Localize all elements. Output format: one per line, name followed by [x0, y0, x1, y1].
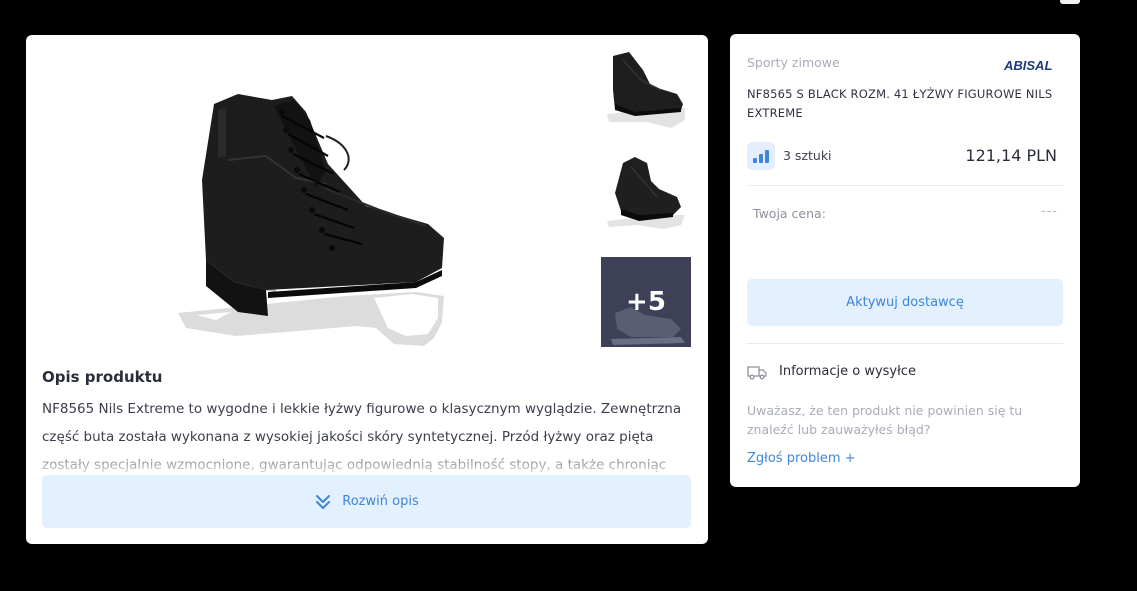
report-problem-link[interactable]: Zgłoś problem +: [747, 451, 856, 466]
product-title: NF8565 S BLACK ROZM. 41 ŁYŻWY FIGUROWE N…: [747, 87, 1053, 120]
product-gallery-card: +5 Opis produktu NF8565 Nils Extreme to …: [26, 35, 708, 544]
description-title: Opis produktu: [42, 368, 163, 386]
product-price: 121,14 PLN: [965, 146, 1057, 165]
double-chevron-down-icon: [316, 494, 331, 509]
divider: [747, 343, 1063, 344]
activate-supplier-label: Aktywuj dostawcę: [846, 295, 964, 310]
your-price-value: ---: [1040, 204, 1058, 219]
more-images-count: +5: [626, 287, 666, 317]
report-question: Uważasz, że ten produkt nie powinien się…: [747, 403, 1023, 437]
product-thumbnail-2[interactable]: [601, 153, 691, 243]
shipping-info-link[interactable]: Informacje o wysyłce: [779, 364, 916, 379]
corner-chip: [1060, 0, 1080, 4]
activate-supplier-button[interactable]: Aktywuj dostawcę: [747, 279, 1063, 326]
description-fade: [42, 445, 692, 477]
product-info-card: Sporty zimowe ABISAL NF8565 S BLACK ROZM…: [730, 34, 1080, 487]
expand-description-button[interactable]: Rozwiń opis: [42, 475, 691, 528]
expand-description-label: Rozwiń opis: [342, 494, 419, 509]
your-price-label: Twoja cena:: [753, 206, 826, 221]
product-thumbnail-1[interactable]: [601, 50, 691, 140]
truck-icon: [747, 366, 767, 380]
stock-quantity: 3 sztuki: [783, 148, 832, 163]
stock-level-icon: [747, 142, 775, 170]
divider: [747, 185, 1063, 186]
brand-logo-text: ABISAL: [1004, 58, 1052, 72]
product-main-image[interactable]: [176, 60, 476, 365]
brand-logo[interactable]: ABISAL: [1004, 58, 1062, 72]
more-images-thumbnail[interactable]: +5: [601, 257, 691, 347]
page: +5 Opis produktu NF8565 Nils Extreme to …: [0, 0, 1137, 591]
product-category[interactable]: Sporty zimowe: [747, 55, 840, 70]
